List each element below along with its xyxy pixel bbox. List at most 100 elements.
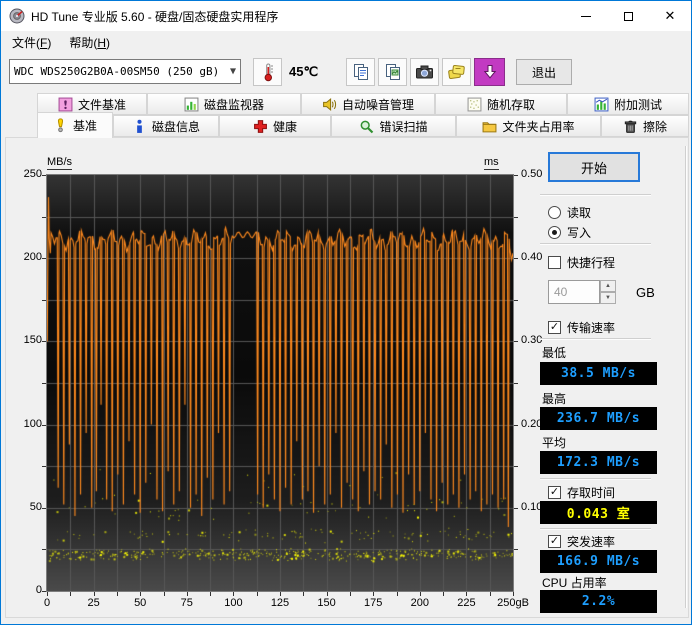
x-tick: [443, 592, 444, 596]
x-tick: [187, 592, 188, 596]
y-left-tick-label: 100: [23, 417, 42, 430]
minimize-icon: [581, 15, 591, 17]
separator: [540, 338, 651, 340]
short-stroke-size-input[interactable]: 40: [548, 280, 600, 304]
x-tick-label: 175: [364, 597, 383, 609]
tab-label: 随机存取: [486, 97, 535, 112]
tab-label: 磁盘监视器: [203, 97, 264, 112]
thermometer-icon: [264, 63, 273, 82]
app-icon: [9, 8, 25, 24]
drive-select[interactable]: WDC WDS250G2B0A-00SM50 (250 gB) ▼: [9, 59, 241, 84]
window-title: HD Tune 专业版 5.60 - 硬盘/固态硬盘实用程序: [31, 9, 279, 24]
tab-folder-usage[interactable]: 文件夹占用率: [456, 115, 601, 137]
y-left-tick: [42, 300, 46, 301]
menu-help[interactable]: 帮助(H): [60, 31, 119, 54]
max-label: 最高: [542, 392, 567, 406]
screenshot-button[interactable]: [410, 58, 439, 86]
temperature-button[interactable]: [253, 58, 282, 86]
y-left-tick-label: 150: [23, 334, 42, 347]
y-right-tick: [514, 508, 518, 509]
disk-monitor-icon: [184, 97, 199, 112]
spin-down-icon[interactable]: ▼: [600, 292, 616, 304]
x-tick-label: 225: [457, 597, 476, 609]
start-button[interactable]: 开始: [548, 152, 640, 182]
tab-label: 磁盘信息: [151, 119, 200, 134]
y-left-tick: [42, 508, 46, 509]
separator: [540, 243, 651, 245]
tab-label: 基准: [72, 119, 97, 133]
tab-erase[interactable]: 擦除: [601, 115, 689, 137]
plot-canvas: [47, 175, 513, 591]
close-button[interactable]: ✕: [649, 1, 691, 31]
x-tick: [233, 592, 234, 596]
speaker-icon: [322, 97, 337, 112]
copy-results-icon: [353, 64, 368, 80]
save-results-button[interactable]: [442, 58, 471, 86]
checkbox-icon: [548, 256, 561, 269]
y-left-tick-label: 50: [29, 500, 42, 513]
y-left-tick: [42, 175, 46, 176]
y-right-unit: ms: [484, 156, 499, 170]
start-label: 开始: [580, 160, 607, 176]
y-right-tick: [514, 300, 518, 301]
minimize-button[interactable]: [565, 1, 607, 31]
maximize-icon: [623, 11, 633, 21]
spin-up-icon[interactable]: ▲: [600, 280, 616, 292]
transfer-rate-label: 传输速率: [567, 321, 616, 335]
short-stroke-stepper[interactable]: ▲ ▼: [600, 280, 616, 304]
x-tick-label: 150: [317, 597, 336, 609]
copy-screenshot-button[interactable]: [378, 58, 407, 86]
folder-icon: [482, 119, 497, 134]
burst-rate-checkbox[interactable]: ✓ 突发速率: [548, 533, 615, 550]
x-tick: [513, 592, 514, 596]
x-tick: [210, 592, 211, 596]
tab-label: 文件基准: [77, 97, 126, 112]
tab-disk-info[interactable]: 磁盘信息: [113, 115, 219, 137]
short-stroke-unit: GB: [636, 285, 655, 300]
health-cross-icon: [253, 119, 268, 134]
cpu-usage-display: 2.2%: [540, 590, 657, 613]
drive-select-value: WDC WDS250G2B0A-00SM50 (250 gB): [14, 65, 220, 78]
write-radio[interactable]: 写入: [548, 224, 591, 241]
tab-health[interactable]: 健康: [219, 115, 331, 137]
short-stroke-label: 快捷行程: [567, 256, 616, 270]
min-label: 最低: [542, 346, 567, 360]
maximize-button[interactable]: [607, 1, 649, 31]
save-screenshot-button[interactable]: [474, 58, 505, 86]
tab-extra-tests[interactable]: 附加测试: [567, 93, 689, 115]
read-radio[interactable]: 读取: [548, 204, 591, 221]
y-left-tick: [42, 258, 46, 259]
copy-results-button[interactable]: [346, 58, 375, 86]
short-stroke-checkbox[interactable]: 快捷行程: [548, 254, 615, 271]
close-icon: ✕: [664, 8, 676, 23]
x-tick: [466, 592, 467, 596]
x-tick: [140, 592, 141, 596]
x-tick: [47, 592, 48, 596]
avg-label: 平均: [542, 436, 567, 450]
tab-auto-acoustic[interactable]: 自动噪音管理: [301, 93, 435, 115]
tab-disk-monitor[interactable]: 磁盘监视器: [147, 93, 301, 115]
transfer-rate-checkbox[interactable]: ✓ 传输速率: [548, 319, 615, 336]
menu-file[interactable]: 文件(F): [3, 31, 60, 54]
separator: [540, 194, 651, 196]
access-time-checkbox[interactable]: ✓ 存取时间: [548, 484, 615, 501]
x-tick-label: 100: [224, 597, 243, 609]
toolbar: WDC WDS250G2B0A-00SM50 (250 gB) ▼ 45℃ 退出: [1, 53, 691, 93]
tab-random-access[interactable]: 随机存取: [435, 93, 567, 115]
benchmark-icon: [53, 118, 68, 133]
x-tick: [327, 592, 328, 596]
y-left-tick: [42, 341, 46, 342]
exit-button[interactable]: 退出: [516, 59, 572, 85]
tab-error-scan[interactable]: 错误扫描: [331, 115, 456, 137]
y-right-tick: [514, 341, 518, 342]
separator: [540, 528, 651, 530]
trash-icon: [623, 119, 638, 134]
y-left-tick: [42, 549, 46, 550]
x-tick: [420, 592, 421, 596]
checkbox-checked-icon: ✓: [548, 535, 561, 548]
min-speed-display: 38.5 MB/s: [540, 362, 657, 385]
y-right-tick: [514, 258, 518, 259]
x-tick-label: 0: [43, 597, 51, 609]
tab-benchmark[interactable]: 基准: [37, 112, 113, 138]
access-time-label: 存取时间: [567, 486, 616, 500]
